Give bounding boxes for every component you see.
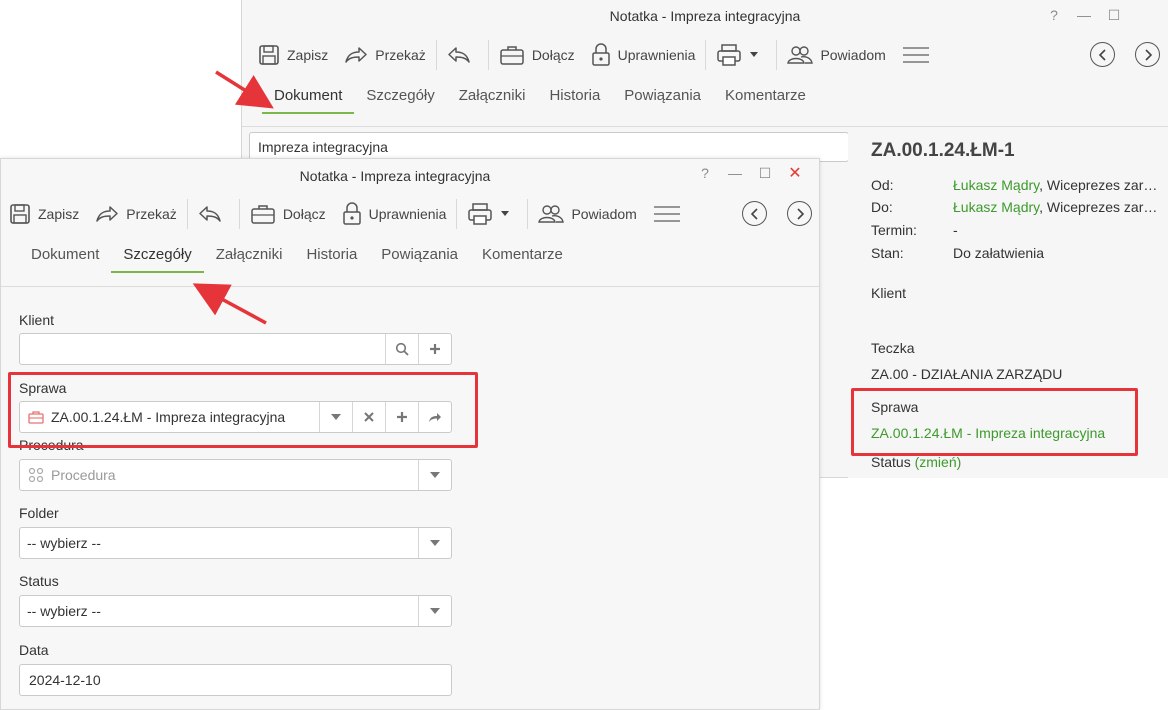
arrow-to-szczegoly-tab [192,283,267,325]
annotation-arrows [192,70,274,325]
arrow-to-dokument-tab [215,70,274,109]
